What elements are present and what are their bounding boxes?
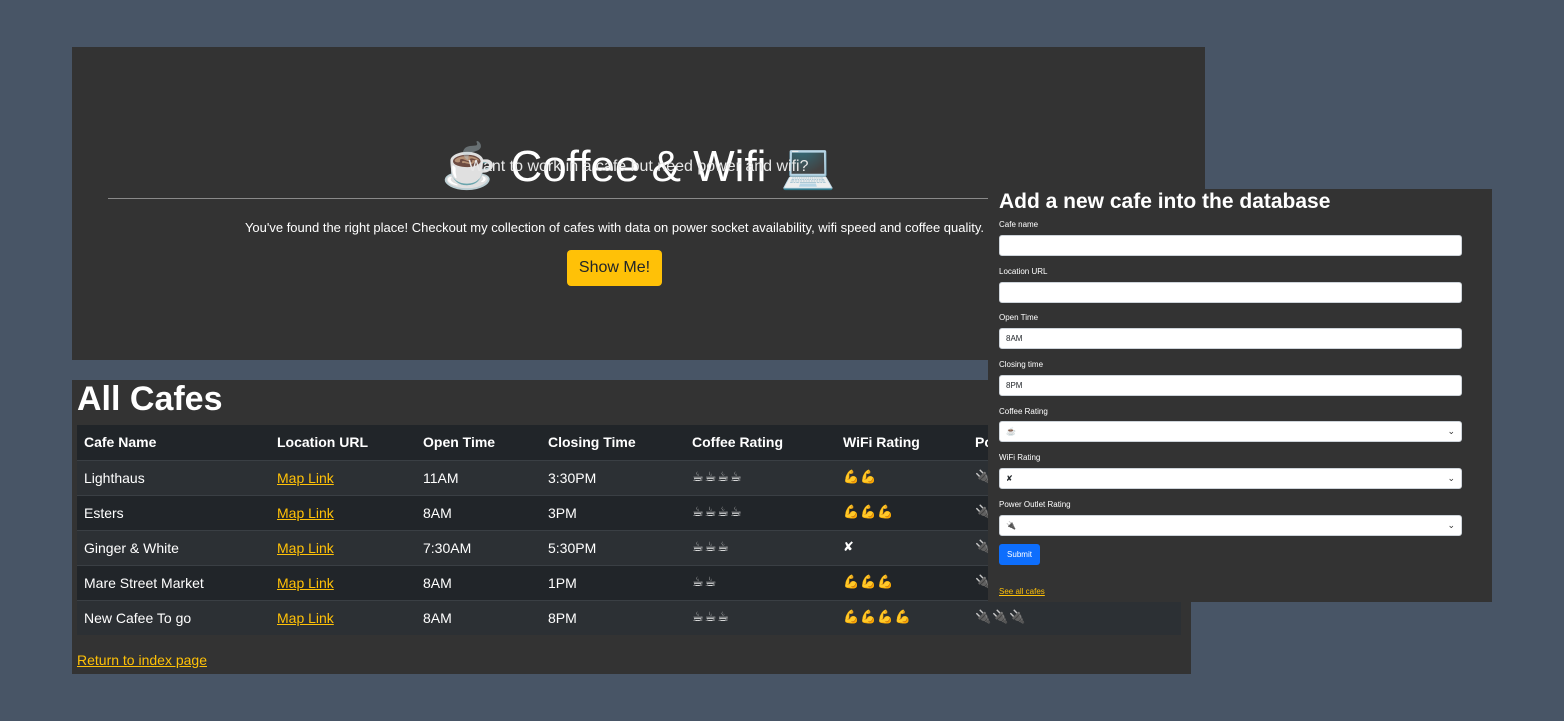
power-outlet-rating-select[interactable]: 🔌 ⌄ bbox=[999, 515, 1462, 536]
wifi-rating-value: ✘ bbox=[1006, 474, 1013, 483]
form-title: Add a new cafe into the database bbox=[999, 190, 1331, 213]
cafe-name-label: Cafe name bbox=[999, 220, 1039, 229]
cell-location: Map Link bbox=[270, 459, 416, 495]
location-url-input[interactable] bbox=[999, 282, 1462, 303]
cell-wifi-rating: 💪💪 bbox=[836, 459, 968, 495]
col-closing-time: Closing Time bbox=[541, 425, 685, 461]
cell-coffee-rating: ☕☕☕☕ bbox=[685, 494, 836, 530]
cell-wifi-rating: 💪💪💪 bbox=[836, 494, 968, 530]
cell-open-time: 8AM bbox=[416, 564, 541, 600]
cell-open-time: 11AM bbox=[416, 459, 541, 495]
closing-time-input[interactable]: 8PM bbox=[999, 375, 1462, 396]
cell-wifi-rating: ✘ bbox=[836, 529, 968, 565]
map-link[interactable]: Map Link bbox=[277, 610, 334, 626]
power-outlet-rating-label: Power Outlet Rating bbox=[999, 500, 1071, 509]
col-coffee-rating: Coffee Rating bbox=[685, 425, 836, 461]
chevron-down-icon: ⌄ bbox=[1447, 473, 1455, 483]
col-cafe-name: Cafe Name bbox=[77, 425, 270, 461]
cafes-title: All Cafes bbox=[77, 380, 223, 418]
wifi-rating-label: WiFi Rating bbox=[999, 453, 1041, 462]
coffee-rating-label: Coffee Rating bbox=[999, 407, 1048, 416]
cell-coffee-rating: ☕☕☕ bbox=[685, 599, 836, 635]
coffee-rating-select[interactable]: ☕ ⌄ bbox=[999, 421, 1462, 442]
cafe-name-input[interactable] bbox=[999, 235, 1462, 256]
cell-closing-time: 3:30PM bbox=[541, 459, 685, 495]
open-time-input[interactable]: 8AM bbox=[999, 328, 1462, 349]
cell-closing-time: 3PM bbox=[541, 494, 685, 530]
add-cafe-form-panel: Add a new cafe into the database Cafe na… bbox=[988, 189, 1492, 602]
cell-cafe-name: Lighthaus bbox=[77, 459, 270, 495]
cell-cafe-name: Mare Street Market bbox=[77, 564, 270, 600]
cell-coffee-rating: ☕☕ bbox=[685, 564, 836, 600]
cell-open-time: 8AM bbox=[416, 494, 541, 530]
cell-location: Map Link bbox=[270, 599, 416, 635]
closing-time-label: Closing time bbox=[999, 360, 1044, 369]
map-link[interactable]: Map Link bbox=[277, 470, 334, 486]
cell-cafe-name: Esters bbox=[77, 494, 270, 530]
col-wifi-rating: WiFi Rating bbox=[836, 425, 968, 461]
coffee-rating-value: ☕ bbox=[1006, 427, 1016, 436]
cell-power-rating: 🔌🔌🔌 bbox=[968, 599, 1181, 635]
cell-cafe-name: New Cafee To go bbox=[77, 599, 270, 635]
submit-button[interactable]: Submit bbox=[999, 544, 1040, 565]
chevron-down-icon: ⌄ bbox=[1447, 520, 1455, 530]
wifi-rating-select[interactable]: ✘ ⌄ bbox=[999, 468, 1462, 489]
cell-wifi-rating: 💪💪💪 bbox=[836, 564, 968, 600]
closing-time-value: 8PM bbox=[1006, 381, 1023, 390]
col-location-url: Location URL bbox=[270, 425, 416, 461]
return-to-index-link[interactable]: Return to index page bbox=[77, 652, 207, 668]
show-me-button[interactable]: Show Me! bbox=[567, 250, 662, 286]
cell-location: Map Link bbox=[270, 529, 416, 565]
hero-subtitle: Want to work in a cafe but need power an… bbox=[468, 158, 809, 175]
cell-location: Map Link bbox=[270, 564, 416, 600]
map-link[interactable]: Map Link bbox=[277, 575, 334, 591]
cell-closing-time: 8PM bbox=[541, 599, 685, 635]
map-link[interactable]: Map Link bbox=[277, 505, 334, 521]
cell-cafe-name: Ginger & White bbox=[77, 529, 270, 565]
map-link[interactable]: Map Link bbox=[277, 540, 334, 556]
table-row: New Cafee To go Map Link 8AM 8PM ☕☕☕ 💪💪💪… bbox=[77, 599, 1181, 635]
chevron-down-icon: ⌄ bbox=[1447, 426, 1455, 436]
cell-coffee-rating: ☕☕☕ bbox=[685, 529, 836, 565]
open-time-value: 8AM bbox=[1006, 334, 1023, 343]
see-all-cafes-link[interactable]: See all cafes bbox=[999, 587, 1045, 596]
open-time-label: Open Time bbox=[999, 313, 1039, 322]
cell-closing-time: 5:30PM bbox=[541, 529, 685, 565]
power-outlet-rating-value: 🔌 bbox=[1006, 521, 1016, 530]
col-open-time: Open Time bbox=[416, 425, 541, 461]
cell-location: Map Link bbox=[270, 494, 416, 530]
location-url-label: Location URL bbox=[999, 267, 1048, 276]
cell-coffee-rating: ☕☕☕☕ bbox=[685, 459, 836, 495]
cell-wifi-rating: 💪💪💪💪 bbox=[836, 599, 968, 635]
cell-closing-time: 1PM bbox=[541, 564, 685, 600]
cell-open-time: 8AM bbox=[416, 599, 541, 635]
cell-open-time: 7:30AM bbox=[416, 529, 541, 565]
